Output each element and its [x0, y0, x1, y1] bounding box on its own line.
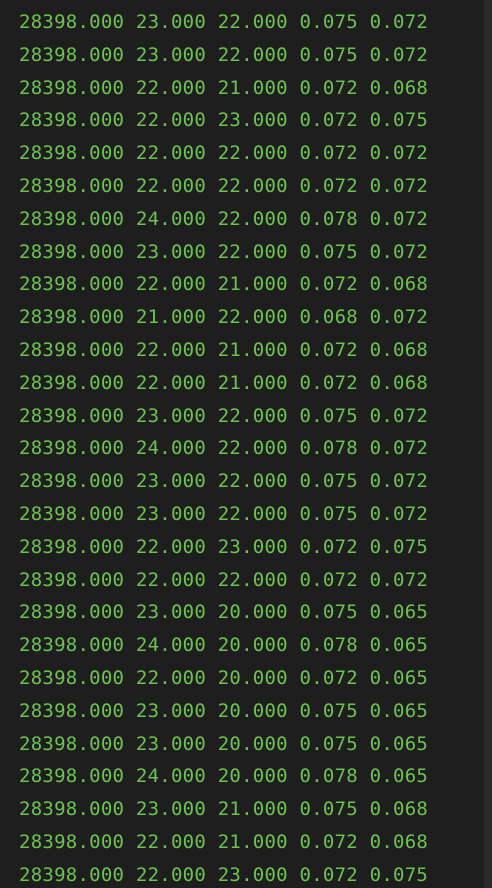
output-line: 28398.000 22.000 22.000 0.072 0.072 [19, 174, 429, 197]
output-line: 28398.000 23.000 22.000 0.075 0.072 [19, 502, 429, 525]
output-line: 28398.000 24.000 22.000 0.078 0.072 [19, 207, 429, 230]
output-line: 28398.000 22.000 21.000 0.072 0.068 [19, 338, 429, 361]
output-line: 28398.000 23.000 22.000 0.075 0.072 [19, 11, 429, 33]
output-line: 28398.000 24.000 22.000 0.078 0.072 [19, 437, 429, 460]
output-line: 28398.000 22.000 21.000 0.072 0.068 [19, 76, 429, 99]
terminal-window[interactable]: 28398.000 23.000 22.000 0.075 0.072 28398… [0, 0, 492, 888]
output-line: 28398.000 22.000 20.000 0.072 0.065 [19, 666, 429, 689]
output-line: 28398.000 21.000 22.000 0.068 0.072 [19, 306, 429, 329]
output-line: 28398.000 22.000 21.000 0.072 0.068 [19, 273, 429, 296]
output-line: 28398.000 22.000 23.000 0.072 0.075 [19, 109, 429, 132]
output-line: 28398.000 22.000 21.000 0.072 0.068 [19, 371, 429, 394]
output-line: 28398.000 24.000 20.000 0.078 0.065 [19, 765, 429, 788]
scrollbar[interactable] [484, 0, 492, 888]
output-line: 28398.000 23.000 20.000 0.075 0.065 [19, 601, 429, 624]
output-line: 28398.000 24.000 20.000 0.078 0.065 [19, 634, 429, 657]
output-line: 28398.000 22.000 21.000 0.072 0.068 [19, 830, 429, 853]
output-line: 28398.000 22.000 22.000 0.072 0.072 [19, 142, 429, 165]
output-line: 28398.000 23.000 21.000 0.075 0.068 [19, 798, 429, 821]
output-line: 28398.000 22.000 23.000 0.072 0.075 [19, 535, 429, 558]
output-line: 28398.000 23.000 20.000 0.075 0.065 [19, 732, 429, 755]
output-line: 28398.000 23.000 20.000 0.075 0.065 [19, 699, 429, 722]
output-line: 28398.000 22.000 22.000 0.072 0.072 [19, 568, 429, 591]
terminal-output: 28398.000 23.000 22.000 0.075 0.072 28398… [19, 10, 428, 888]
output-line: 28398.000 23.000 22.000 0.075 0.072 [19, 404, 429, 427]
output-line: 28398.000 23.000 22.000 0.075 0.072 [19, 470, 429, 493]
output-line: 28398.000 22.000 23.000 0.072 0.075 [19, 863, 429, 886]
output-line: 28398.000 23.000 22.000 0.075 0.072 [19, 240, 429, 263]
output-line: 28398.000 23.000 22.000 0.075 0.072 [19, 43, 429, 66]
